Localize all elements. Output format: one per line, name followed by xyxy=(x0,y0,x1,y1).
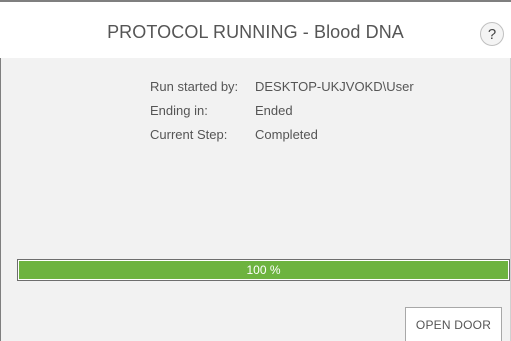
help-question-icon: ? xyxy=(487,25,497,43)
open-door-button[interactable]: OPEN DOOR xyxy=(405,307,502,341)
progress-label: 100 % xyxy=(246,263,281,277)
ending-in-value: Ended xyxy=(255,103,293,118)
current-step-row: Current Step: Completed xyxy=(150,127,414,151)
current-step-value: Completed xyxy=(255,127,318,142)
protocol-running-window: PROTOCOL RUNNING - Blood DNA ? Run start… xyxy=(0,0,511,341)
ending-in-row: Ending in: Ended xyxy=(150,103,414,127)
progress-bar: 100 % xyxy=(17,259,510,281)
current-step-label: Current Step: xyxy=(150,127,228,142)
ending-in-label: Ending in: xyxy=(150,103,208,118)
header-bar: PROTOCOL RUNNING - Blood DNA ? xyxy=(0,0,511,58)
help-button[interactable]: ? xyxy=(480,22,504,46)
run-started-value: DESKTOP-UKJVOKD\User xyxy=(255,79,414,94)
page-title: PROTOCOL RUNNING - Blood DNA xyxy=(107,22,404,42)
run-info-panel: Run started by: DESKTOP-UKJVOKD\User End… xyxy=(150,79,414,151)
run-started-label: Run started by: xyxy=(150,79,239,94)
run-started-row: Run started by: DESKTOP-UKJVOKD\User xyxy=(150,79,414,103)
